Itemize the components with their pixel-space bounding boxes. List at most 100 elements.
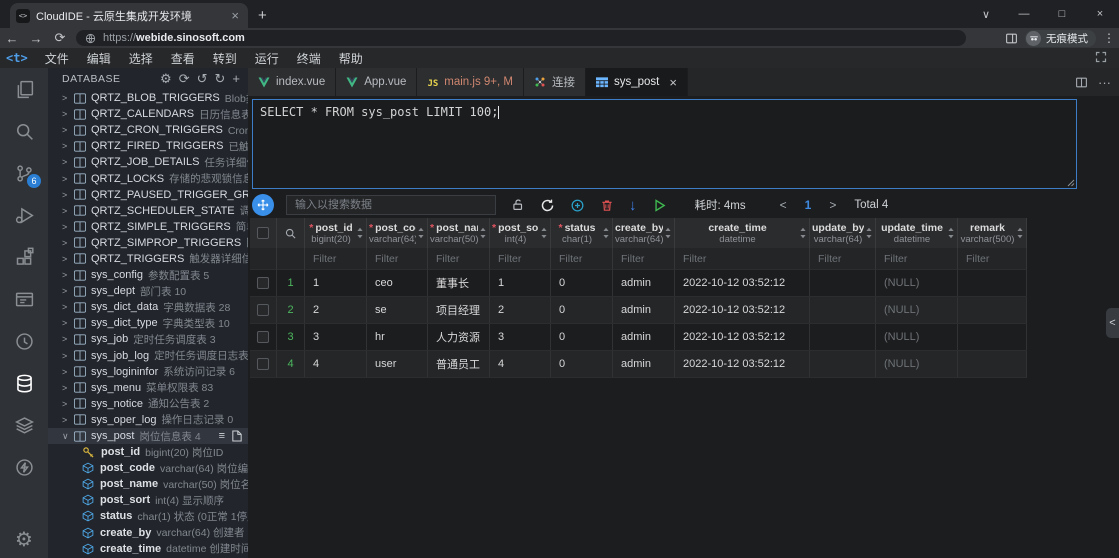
table-tree-item[interactable]: >QRTZ_SIMPLE_TRIGGERS简单触发... bbox=[48, 219, 248, 235]
table-tree-item[interactable]: >sys_menu菜单权限表 83 bbox=[48, 380, 248, 396]
move-button[interactable] bbox=[252, 194, 274, 216]
column-header[interactable]: update_byvarchar(64) bbox=[810, 218, 876, 248]
grid-cell[interactable]: 3 bbox=[490, 324, 551, 350]
checkbox[interactable] bbox=[257, 227, 269, 239]
grid-cell[interactable]: 0 bbox=[551, 297, 613, 323]
field-tree-item[interactable]: statuschar(1) 状态 (0正常 1停用) bbox=[48, 508, 248, 524]
add-row-icon[interactable] bbox=[570, 198, 585, 213]
grid-cell[interactable]: (NULL) bbox=[876, 324, 958, 350]
explorer-icon[interactable] bbox=[0, 68, 48, 110]
row-number[interactable]: 1 bbox=[277, 270, 305, 296]
checkbox[interactable] bbox=[257, 304, 269, 316]
field-tree-item[interactable]: post_namevarchar(50) 岗位名称 bbox=[48, 476, 248, 492]
filter-cell[interactable]: Filter bbox=[876, 248, 958, 270]
column-header[interactable]: update_timedatetime bbox=[876, 218, 958, 248]
filter-cell[interactable]: Filter bbox=[613, 248, 675, 270]
grid-cell[interactable]: 1 bbox=[490, 270, 551, 296]
grid-cell[interactable]: admin bbox=[613, 351, 675, 377]
sort-icon[interactable] bbox=[479, 227, 487, 239]
grid-cell[interactable] bbox=[810, 324, 876, 350]
filter-cell[interactable]: Filter bbox=[958, 248, 1027, 270]
refresh-icon[interactable] bbox=[540, 198, 555, 213]
column-header[interactable]: create_timedatetime bbox=[675, 218, 810, 248]
column-header[interactable]: *post_namevarchar(50) bbox=[428, 218, 490, 248]
prev-page-icon[interactable]: < bbox=[780, 198, 787, 212]
grid-cell[interactable]: 2 bbox=[490, 297, 551, 323]
grid-cell[interactable]: 董事长 bbox=[428, 270, 490, 296]
grid-cell[interactable]: 人力资源 bbox=[428, 324, 490, 350]
grid-cell[interactable]: (NULL) bbox=[876, 270, 958, 296]
run-query-icon[interactable] bbox=[652, 198, 667, 213]
grid-cell[interactable]: 普通员工 bbox=[428, 351, 490, 377]
sort-icon[interactable] bbox=[865, 227, 873, 239]
more-actions-icon[interactable]: ··· bbox=[1098, 75, 1111, 90]
grid-cell[interactable]: (NULL) bbox=[876, 351, 958, 377]
web-preview-icon[interactable] bbox=[0, 278, 48, 320]
table-tree-item[interactable]: >QRTZ_TRIGGERS触发器详细信息表 3 bbox=[48, 251, 248, 267]
collapse-panel-handle[interactable]: < bbox=[1106, 308, 1119, 338]
editor-tab[interactable]: 连接 bbox=[524, 68, 586, 96]
table-tree-item[interactable]: >QRTZ_PAUSED_TRIGGER_GRPS暂... bbox=[48, 187, 248, 203]
row-search-cell[interactable] bbox=[277, 218, 305, 248]
grid-cell[interactable] bbox=[958, 297, 1027, 323]
field-tree-item[interactable]: post_codevarchar(64) 岗位编码 bbox=[48, 460, 248, 476]
address-bar[interactable]: https://webide.sinosoft.com bbox=[76, 30, 966, 46]
grid-cell[interactable] bbox=[958, 351, 1027, 377]
grid-cell[interactable]: 2022-10-12 03:52:12 bbox=[675, 297, 810, 323]
forward-icon[interactable]: → bbox=[24, 31, 48, 46]
minimize-icon[interactable]: — bbox=[1005, 8, 1043, 20]
grid-cell[interactable]: 0 bbox=[551, 270, 613, 296]
tab-search-icon[interactable]: ∨ bbox=[967, 8, 1005, 21]
fullscreen-icon[interactable] bbox=[1095, 51, 1107, 63]
table-tree-item[interactable]: >sys_dept部门表 10 bbox=[48, 283, 248, 299]
table-tree-item[interactable]: >QRTZ_CRON_TRIGGERSCron类型... bbox=[48, 122, 248, 138]
column-header[interactable]: *post_idbigint(20) bbox=[305, 218, 367, 248]
table-tree-item[interactable]: >QRTZ_LOCKS存储的悲观锁信息表 2 bbox=[48, 170, 248, 186]
back-icon[interactable]: ← bbox=[0, 31, 24, 46]
column-header[interactable]: *post_sortint(4) bbox=[490, 218, 551, 248]
sort-icon[interactable] bbox=[540, 227, 548, 239]
run-debug-icon[interactable] bbox=[0, 194, 48, 236]
profile-chip[interactable]: 无痕模式 bbox=[1025, 30, 1096, 47]
menu-item[interactable]: 查看 bbox=[162, 50, 204, 67]
grid-cell[interactable]: 2 bbox=[305, 297, 367, 323]
db-history-icon[interactable]: ↺ bbox=[197, 71, 208, 87]
checkbox[interactable] bbox=[257, 277, 269, 289]
table-tree-item[interactable]: >QRTZ_SIMPROP_TRIGGERS同步机... bbox=[48, 235, 248, 251]
split-editor-icon[interactable] bbox=[1075, 76, 1088, 89]
row-number[interactable]: 3 bbox=[277, 324, 305, 350]
column-header[interactable]: remarkvarchar(500) bbox=[958, 218, 1027, 248]
close-icon[interactable]: × bbox=[669, 75, 677, 90]
grid-cell[interactable]: 2022-10-12 03:52:12 bbox=[675, 270, 810, 296]
db-settings-icon[interactable]: ⚙ bbox=[160, 71, 172, 87]
lock-icon[interactable] bbox=[511, 198, 525, 212]
table-tree-item[interactable]: >sys_notice通知公告表 2 bbox=[48, 396, 248, 412]
grid-cell[interactable]: se bbox=[367, 297, 428, 323]
select-all-cell[interactable] bbox=[250, 218, 277, 248]
sort-icon[interactable] bbox=[417, 227, 425, 239]
page-number[interactable]: 1 bbox=[805, 198, 812, 212]
menu-item[interactable]: 终端 bbox=[288, 50, 330, 67]
row-number[interactable]: 4 bbox=[277, 351, 305, 377]
grid-cell[interactable]: 项目经理 bbox=[428, 297, 490, 323]
table-tree-item[interactable]: >sys_dict_type字典类型表 10 bbox=[48, 315, 248, 331]
menu-item[interactable]: 帮助 bbox=[330, 50, 372, 67]
maximize-icon[interactable]: □ bbox=[1043, 8, 1081, 20]
checkbox[interactable] bbox=[257, 358, 269, 370]
export-icon[interactable]: ↓ bbox=[629, 197, 637, 214]
sort-icon[interactable] bbox=[664, 227, 672, 239]
table-tree-item[interactable]: >sys_config参数配置表 5 bbox=[48, 267, 248, 283]
field-tree-item[interactable]: create_timedatetime 创建时间 bbox=[48, 541, 248, 557]
grid-cell[interactable]: admin bbox=[613, 324, 675, 350]
table-tree-item[interactable]: >QRTZ_SCHEDULER_STATE调度器状... bbox=[48, 203, 248, 219]
table-tree-item[interactable]: ∨sys_post岗位信息表 4≡ bbox=[48, 428, 248, 444]
field-tree-item[interactable]: post_sortint(4) 显示顺序 bbox=[48, 492, 248, 508]
row-menu-icon[interactable]: ≡ bbox=[219, 430, 225, 442]
delete-row-icon[interactable] bbox=[600, 198, 614, 213]
grid-cell[interactable]: 0 bbox=[551, 351, 613, 377]
column-header[interactable]: *statuschar(1) bbox=[551, 218, 613, 248]
browser-tab[interactable]: <> CloudIDE - 云原生集成开发环境 × bbox=[10, 3, 248, 28]
grid-cell[interactable] bbox=[958, 324, 1027, 350]
table-tree-item[interactable]: >QRTZ_JOB_DETAILS任务详细信息... bbox=[48, 154, 248, 170]
new-tab-button[interactable]: + bbox=[258, 7, 267, 28]
